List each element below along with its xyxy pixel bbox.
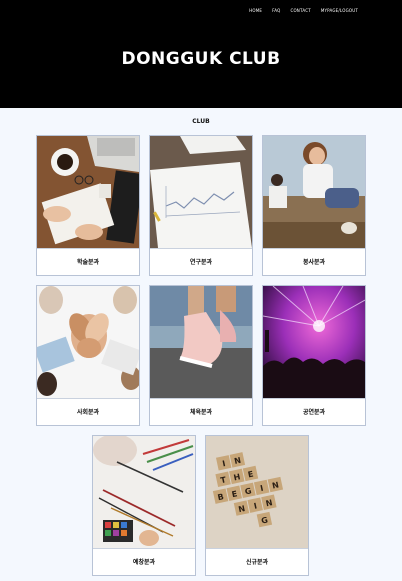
club-card-performance[interactable]: 공연분과 xyxy=(262,285,366,426)
club-card-volunteer[interactable]: 봉사분과 xyxy=(262,135,366,276)
research-chart-image xyxy=(150,136,252,248)
study-desk-image xyxy=(37,136,139,248)
club-card-label: 공연분과 xyxy=(263,398,365,425)
top-nav: HOME FAQ CONTACT MYPAGE/LOGOUT xyxy=(249,8,358,13)
nav-faq-link[interactable]: FAQ xyxy=(272,8,280,13)
club-card-study[interactable]: 학술분과 xyxy=(36,135,140,276)
art-brushes-image xyxy=(93,436,195,548)
header: HOME FAQ CONTACT MYPAGE/LOGOUT DONGGUK C… xyxy=(0,0,402,108)
club-card-label: 사회분과 xyxy=(37,398,139,425)
club-card-label: 봉사분과 xyxy=(263,248,365,275)
volunteer-image xyxy=(263,136,365,248)
concert-image xyxy=(263,286,365,398)
club-card-label: 예창분과 xyxy=(93,548,195,575)
club-card-social[interactable]: 사회분과 xyxy=(36,285,140,426)
club-card-sports[interactable]: 체육분과 xyxy=(149,285,253,426)
social-hands-image xyxy=(37,286,139,398)
club-card-research[interactable]: 연구분과 xyxy=(149,135,253,276)
club-card-label: 신규분과 xyxy=(206,548,308,575)
scrabble-beginning-image: I N T H E B E G I N N I N G xyxy=(206,436,308,548)
nav-home-link[interactable]: HOME xyxy=(249,8,262,13)
section-title: CLUB xyxy=(192,118,210,125)
club-card-new[interactable]: I N T H E B E G I N N I N G 신규분과 xyxy=(205,435,309,576)
club-card-label: 체육분과 xyxy=(150,398,252,425)
nav-mypage-logout-link[interactable]: MYPAGE/LOGOUT xyxy=(321,8,358,13)
running-shoes-image xyxy=(150,286,252,398)
nav-contact-link[interactable]: CONTACT xyxy=(290,8,310,13)
club-card-label: 학술분과 xyxy=(37,248,139,275)
club-card-art[interactable]: 예창분과 xyxy=(92,435,196,576)
hero-title: DONGGUK CLUB xyxy=(121,49,281,69)
club-card-label: 연구분과 xyxy=(150,248,252,275)
